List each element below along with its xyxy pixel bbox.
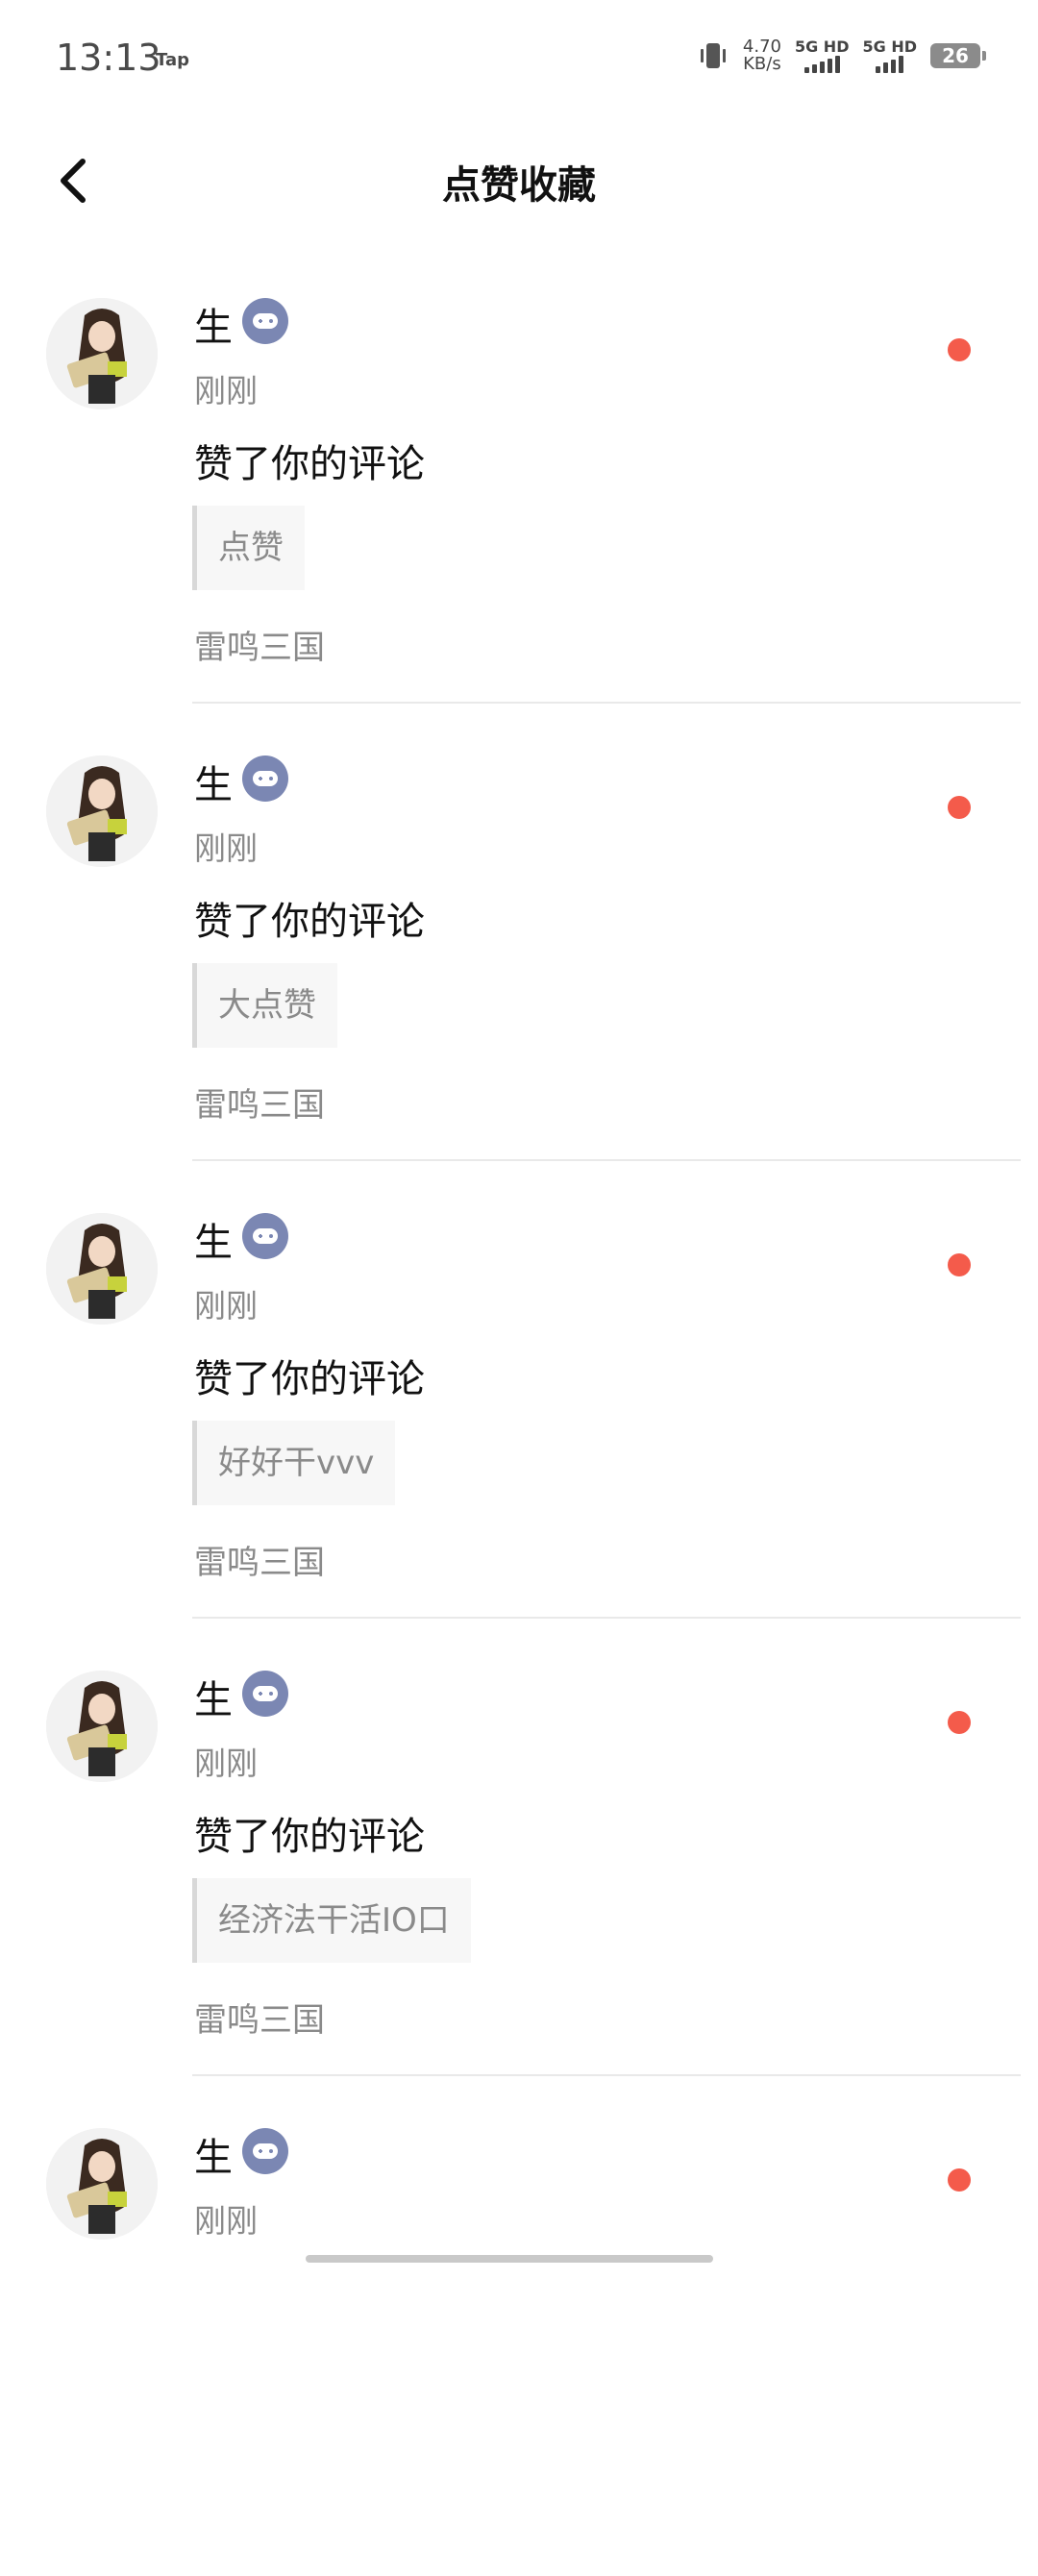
signal-sim2: 5G HD [862, 38, 917, 73]
net-speed: 4.70 KB/s [743, 38, 781, 73]
timestamp: 刚刚 [194, 830, 258, 867]
avatar[interactable] [46, 1671, 158, 1782]
avatar[interactable] [46, 1213, 158, 1325]
gamepad-icon [242, 1671, 288, 1717]
home-indicator[interactable] [306, 2255, 713, 2263]
status-time: 13:13 [56, 37, 161, 79]
notification-list: 生 刚刚 赞了你的评论 点赞 雷鸣三国 生 刚刚 赞了你的评论 大点赞 雷鸣三国… [0, 288, 1038, 2576]
user-name[interactable]: 生 [194, 296, 233, 352]
timestamp: 刚刚 [194, 372, 258, 409]
status-indicators: 4.70 KB/s 5G HD 5G HD 26 [697, 37, 986, 73]
status-app-label: Tap [156, 50, 189, 70]
list-item[interactable]: 生 刚刚 赞了你的评论 大点赞 雷鸣三国 [0, 746, 1038, 1203]
avatar[interactable] [46, 2128, 158, 2240]
quoted-comment[interactable]: 点赞 [192, 506, 305, 590]
game-name[interactable]: 雷鸣三国 [194, 1994, 325, 2041]
action-text: 赞了你的评论 [194, 900, 425, 944]
unread-dot [948, 1711, 971, 1734]
net-speed-unit: KB/s [743, 54, 781, 74]
avatar[interactable] [46, 298, 158, 409]
quoted-comment[interactable]: 经济法干活IO口 [192, 1878, 471, 1963]
signal-sim1: 5G HD [794, 37, 850, 73]
battery-icon: 26 [930, 43, 986, 68]
timestamp: 刚刚 [194, 1287, 258, 1325]
gamepad-icon [242, 755, 288, 802]
page-title: 点赞收藏 [442, 163, 596, 208]
nav-bar: 点赞收藏 [0, 125, 1038, 240]
action-text: 赞了你的评论 [194, 1815, 425, 1859]
vibrate-icon [700, 43, 726, 68]
list-item[interactable]: 生 刚刚 赞了你的评论 点赞 雷鸣三国 [0, 288, 1038, 746]
gamepad-icon [242, 2128, 288, 2174]
user-name[interactable]: 生 [194, 1211, 233, 1267]
divider [192, 702, 1021, 704]
action-text: 赞了你的评论 [194, 1357, 425, 1401]
status-bar: 13:13 Tap 4.70 KB/s 5G HD 5G HD 26 [0, 0, 1038, 125]
game-name[interactable]: 雷鸣三国 [194, 1078, 325, 1126]
game-name[interactable]: 雷鸣三国 [194, 1536, 325, 1583]
quoted-comment[interactable]: 大点赞 [192, 963, 337, 1048]
unread-dot [948, 1253, 971, 1276]
unread-dot [948, 338, 971, 361]
unread-dot [948, 796, 971, 819]
avatar[interactable] [46, 755, 158, 867]
unread-dot [948, 2168, 971, 2192]
timestamp: 刚刚 [194, 2202, 258, 2240]
quoted-comment[interactable]: 好好干vvv [192, 1421, 396, 1505]
signal-bars-icon [803, 56, 840, 73]
divider [192, 1159, 1021, 1161]
gamepad-icon [242, 1213, 288, 1259]
game-name[interactable]: 雷鸣三国 [194, 621, 325, 668]
action-text: 赞了你的评论 [194, 442, 425, 486]
user-name[interactable]: 生 [194, 2126, 233, 2182]
user-name[interactable]: 生 [194, 1669, 233, 1724]
signal-sim1-label: 5G HD [794, 37, 850, 56]
list-item[interactable]: 生 刚刚 [0, 2118, 1038, 2576]
signal-sim2-label: 5G HD [862, 37, 917, 56]
divider [192, 1617, 1021, 1619]
list-item[interactable]: 生 刚刚 赞了你的评论 经济法干活IO口 雷鸣三国 [0, 1661, 1038, 2118]
signal-bars-icon [876, 56, 904, 73]
gamepad-icon [242, 298, 288, 344]
list-item[interactable]: 生 刚刚 赞了你的评论 好好干vvv 雷鸣三国 [0, 1203, 1038, 1661]
divider [192, 2074, 1021, 2076]
timestamp: 刚刚 [194, 1745, 258, 1782]
user-name[interactable]: 生 [194, 754, 233, 809]
